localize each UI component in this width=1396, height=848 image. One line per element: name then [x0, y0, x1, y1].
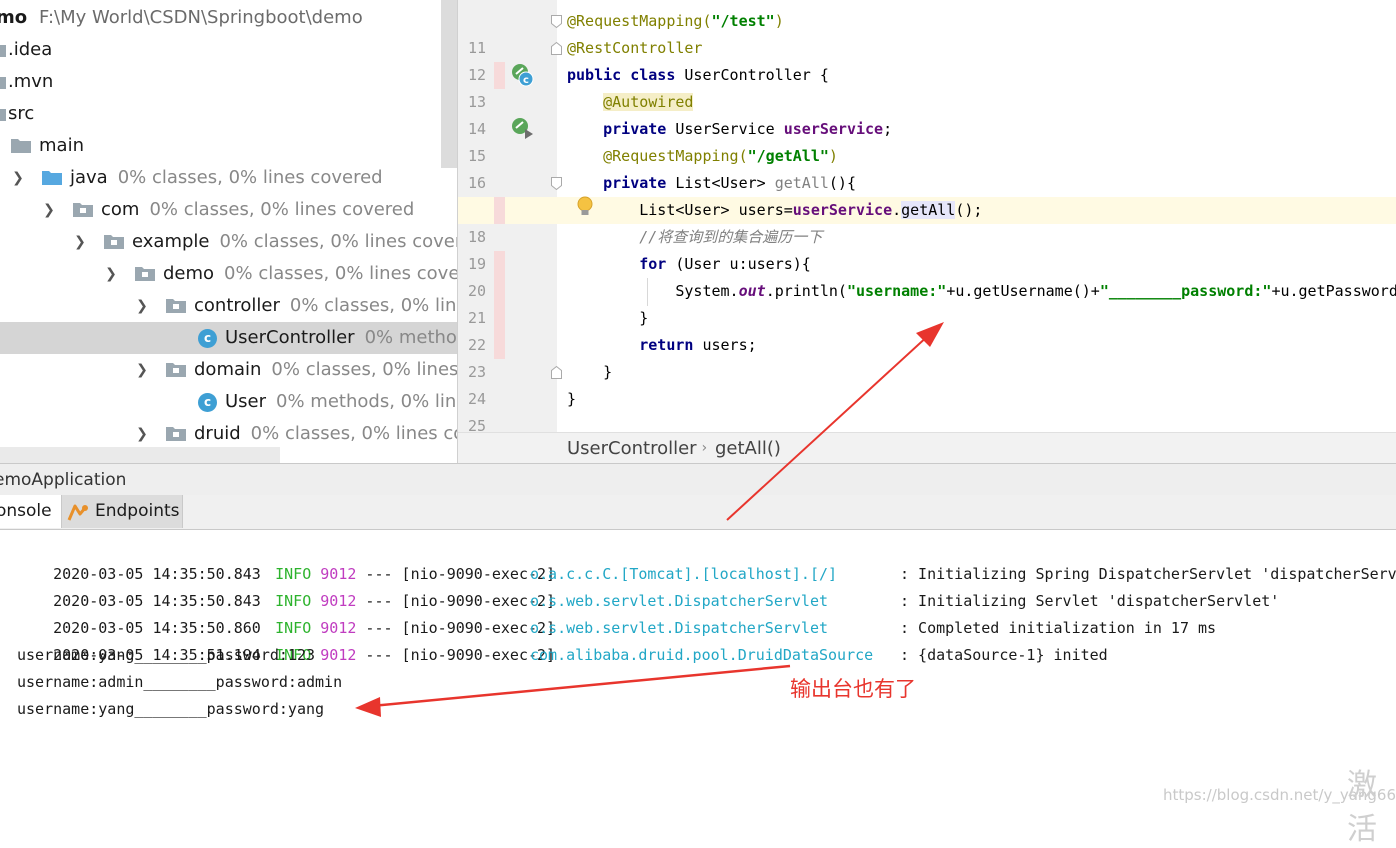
code-line[interactable]: 23 return users;: [458, 332, 1396, 381]
log-line: 2020-03-05 14:35:50.860 INFO 9012 --- [ni…: [53, 619, 1217, 637]
log-line: 2020-03-05 14:35:50.843 INFO 9012 --- [ni…: [53, 592, 1280, 610]
code-line[interactable]: 17 private List<User> getAll(){: [458, 170, 1396, 219]
code-line[interactable]: 13 public class UserController {: [458, 62, 1396, 111]
folder-icon: [0, 77, 6, 89]
console-output[interactable]: 2020-03-05 14:35:50.843 INFO 9012 --- [ni…: [0, 530, 1396, 813]
package-icon: [73, 203, 93, 217]
coverage-text: 0% classes, 0% lines covered: [117, 167, 383, 188]
package-icon: [166, 299, 186, 313]
coverage-text: 0% classes, 0% lines covered: [219, 231, 457, 252]
coverage-text: 0% classes, 0% lines covered: [271, 359, 457, 380]
chevron-down-icon[interactable]: ❯: [103, 258, 119, 290]
code-line[interactable]: 19 //将查询到的集合遍历一下: [458, 224, 1396, 273]
change-marker: [494, 251, 505, 278]
log-line: 2020-03-05 14:35:51.194 INFO 9012 --- [ni…: [53, 646, 1108, 664]
code-line[interactable]: 22 }: [458, 305, 1396, 354]
tree-horizontal-scrollbar[interactable]: [0, 447, 280, 463]
code-line[interactable]: 21 System.out.println("username:"+u.getU…: [458, 278, 1396, 327]
tree-item-idea[interactable]: .idea: [0, 34, 457, 66]
tree-item-com[interactable]: ❯ com 0% classes, 0% lines covered: [0, 194, 457, 226]
chevron-down-icon[interactable]: ❯: [41, 194, 57, 226]
tree-item-domain[interactable]: ❯ domain0% classes, 0% lines covered: [0, 354, 457, 386]
tree-item-controller[interactable]: ❯ controller0% classes, 0% lines covered: [0, 290, 457, 322]
project-tree: mo F:\My World\CSDN\Springboot\demo .ide…: [0, 0, 457, 463]
chevron-down-icon[interactable]: ❯: [72, 226, 88, 258]
code-editor[interactable]: 11 @RequestMapping("/test") 12 @RestCont…: [457, 0, 1396, 463]
change-marker: [494, 278, 505, 305]
output-line: username:admin________password:admin: [17, 673, 343, 691]
log-line: 2020-03-05 14:35:50.843 INFO 9012 --- [ni…: [53, 565, 1396, 583]
code-line[interactable]: 16 @RequestMapping("/getAll"): [458, 143, 1396, 192]
class-icon: c: [198, 393, 217, 412]
fold-icon[interactable]: [551, 15, 562, 28]
run-tabs: onsole Endpoints: [0, 495, 1396, 530]
tree-item-main[interactable]: main: [0, 130, 457, 162]
spring-bean-icon[interactable]: c: [511, 63, 535, 87]
package-icon: [166, 427, 186, 441]
annotation-text: 输出台也有了: [790, 677, 916, 701]
folder-icon: [0, 45, 6, 57]
tree-root-row[interactable]: mo F:\My World\CSDN\Springboot\demo: [0, 2, 457, 34]
chevron-down-icon[interactable]: ❯: [134, 290, 150, 322]
tree-item-druid[interactable]: ❯ druid0% classes, 0% lines covered: [0, 418, 457, 450]
output-line: username:yang________password:yang: [17, 700, 325, 718]
code-line[interactable]: 11 @RequestMapping("/test"): [458, 8, 1396, 57]
output-line: username:yang________password:123: [17, 646, 316, 664]
chevron-down-icon[interactable]: ❯: [10, 162, 26, 194]
tree-item-user[interactable]: c User0% methods, 0% lines covered: [0, 386, 457, 418]
svg-text:c: c: [523, 75, 529, 86]
code-line[interactable]: 14 @Autowired: [458, 89, 1396, 138]
fold-icon[interactable]: [551, 366, 562, 379]
run-panel-title: emoApplication: [0, 463, 1396, 496]
indent-guide: [647, 278, 648, 306]
tree-item-mvn[interactable]: .mvn: [0, 66, 457, 98]
tab-endpoints[interactable]: Endpoints: [62, 495, 183, 528]
tab-console[interactable]: onsole: [0, 495, 62, 528]
change-marker: [494, 62, 505, 89]
tree-item-demo[interactable]: ❯ demo0% classes, 0% lines covered: [0, 258, 457, 290]
package-icon: [166, 363, 186, 377]
code-line-current[interactable]: 18 List<User> users=userService.getAll()…: [458, 197, 1396, 251]
watermark-activate: 激活: [1347, 768, 1377, 847]
change-marker: [494, 332, 505, 359]
tree-vertical-scrollbar[interactable]: [441, 0, 457, 168]
code-line[interactable]: 24 }: [458, 359, 1396, 408]
code-line[interactable]: 15 private UserService userService;: [458, 116, 1396, 165]
coverage-text: 0% methods, 0% lines covered: [364, 327, 457, 348]
project-name: mo: [0, 7, 28, 28]
package-icon: [135, 267, 155, 281]
breadcrumb-separator: ›: [700, 440, 709, 456]
fold-icon[interactable]: [551, 177, 562, 190]
coverage-text: 0% classes, 0% lines covered: [224, 263, 457, 284]
chevron-right-icon[interactable]: ❯: [134, 418, 150, 450]
coverage-text: 0% classes, 0% lines covered: [289, 295, 457, 316]
code-line[interactable]: 25 }: [458, 386, 1396, 435]
source-folder-icon: [42, 171, 62, 185]
tree-item-example[interactable]: ❯ example0% classes, 0% lines covered: [0, 226, 457, 258]
autowired-bean-icon[interactable]: [511, 117, 535, 141]
folder-icon: [11, 139, 31, 153]
lightbulb-icon[interactable]: [576, 196, 594, 218]
coverage-text: 0% methods, 0% lines covered: [276, 391, 457, 412]
tree-item-usercontroller[interactable]: c UserController0% methods, 0% lines cov…: [0, 322, 457, 354]
endpoints-icon: [67, 504, 88, 521]
fold-icon[interactable]: [551, 42, 562, 55]
tree-item-java[interactable]: ❯ java 0% classes, 0% lines covered: [0, 162, 457, 194]
coverage-text: 0% classes, 0% lines covered: [250, 423, 457, 444]
package-icon: [104, 235, 124, 249]
breadcrumb-class[interactable]: UserController: [567, 433, 697, 463]
breadcrumb-method[interactable]: getAll(): [715, 433, 781, 463]
project-path: F:\My World\CSDN\Springboot\demo: [39, 7, 363, 28]
folder-icon: [0, 109, 6, 121]
breadcrumb: UserController › getAll(): [458, 432, 1396, 463]
tree-item-src[interactable]: src: [0, 98, 457, 130]
code-line[interactable]: 12 @RestController: [458, 35, 1396, 84]
change-marker: [494, 197, 505, 224]
class-icon: c: [198, 329, 217, 348]
coverage-text: 0% classes, 0% lines covered: [149, 199, 415, 220]
chevron-down-icon[interactable]: ❯: [134, 354, 150, 386]
change-marker: [494, 305, 505, 332]
code-line[interactable]: 20 for (User u:users){: [458, 251, 1396, 300]
